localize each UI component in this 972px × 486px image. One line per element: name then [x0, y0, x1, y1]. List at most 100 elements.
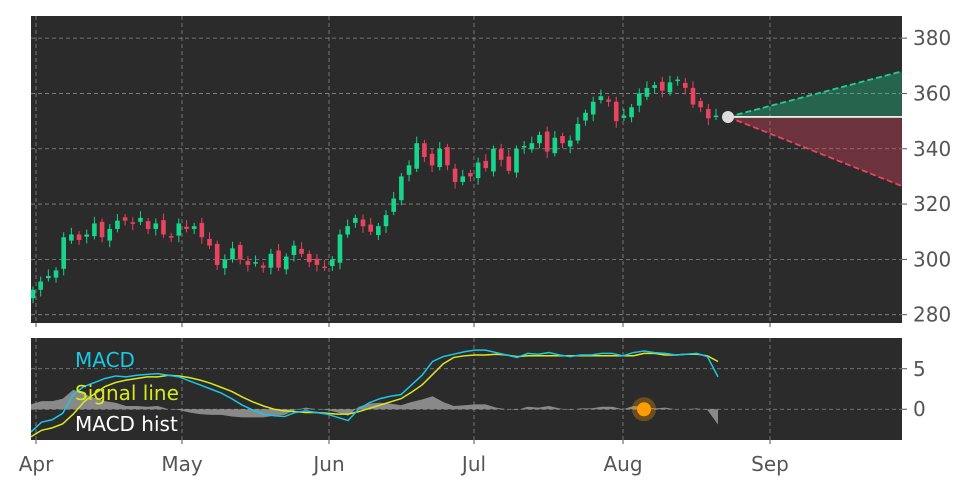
candle-body — [460, 176, 466, 182]
candle-body — [199, 222, 205, 238]
candle-body — [253, 262, 258, 264]
x-tick-label: Jul — [460, 452, 486, 476]
crossover-marker — [637, 402, 652, 417]
candle-body — [468, 173, 473, 177]
price-y-tick-label: 300 — [913, 247, 951, 271]
x-tick-label: Jun — [311, 452, 344, 476]
macd-y-tick-label: 0 — [913, 397, 926, 421]
candle-body — [422, 143, 427, 158]
candle-body — [383, 215, 389, 227]
candle-body — [475, 162, 481, 179]
candle-body — [268, 253, 274, 268]
candle-body — [99, 221, 105, 238]
candle-body — [69, 234, 74, 241]
candle-body — [61, 237, 66, 269]
candle-body — [437, 148, 443, 168]
candle-body — [107, 228, 113, 241]
stock-chart: 280 300 320 340 360 380 0 5 MACD Signal line M… — [0, 0, 972, 486]
macd-panel: 0 5 MACD Signal line MACD hist — [30, 338, 926, 440]
candle-body — [345, 226, 350, 235]
x-tick-label: May — [161, 452, 203, 476]
candle-body — [698, 101, 703, 108]
candle-body — [498, 148, 504, 160]
candle-body — [483, 160, 489, 169]
candle-body — [368, 224, 373, 232]
candle-body — [652, 85, 657, 88]
x-tick-label: Sep — [751, 452, 789, 476]
legend-macd-hist: MACD hist — [75, 412, 178, 436]
candle-body — [399, 176, 404, 201]
candle-body — [122, 217, 128, 221]
candle-body — [314, 258, 320, 265]
candle-body — [706, 108, 711, 119]
candle-body — [306, 253, 312, 263]
candle-body — [406, 165, 412, 175]
candle-body — [329, 259, 335, 267]
candle-body — [414, 143, 420, 169]
candle-body — [537, 134, 542, 144]
x-tick-label: Apr — [19, 452, 54, 476]
price-y-tick-label: 360 — [913, 81, 951, 105]
candle-body — [429, 153, 435, 166]
candle-body — [53, 270, 59, 278]
candle-body — [644, 87, 650, 97]
candle-body — [115, 220, 120, 229]
candle-body — [659, 81, 665, 91]
candle-body — [237, 245, 243, 260]
candle-body — [30, 289, 36, 299]
candle-body — [613, 101, 619, 122]
candle-body — [283, 256, 289, 270]
candle-body — [675, 79, 680, 82]
candle-body — [567, 140, 573, 147]
candle-body — [575, 123, 581, 141]
candle-body — [529, 143, 535, 150]
candle-body — [690, 87, 696, 105]
candle-body — [514, 148, 519, 173]
candle-body — [138, 217, 143, 222]
candle-body — [84, 234, 90, 237]
candle-body — [76, 234, 82, 241]
legend-macd: MACD — [75, 348, 135, 372]
candle-body — [583, 112, 588, 121]
candle-body — [376, 226, 381, 236]
price-y-tick-label: 280 — [913, 303, 951, 327]
candle-body — [590, 101, 596, 115]
candle-body — [683, 82, 688, 88]
x-tick-label: Aug — [603, 452, 642, 476]
price-panel: 280 300 320 340 360 380 — [30, 16, 951, 327]
candle-body — [214, 243, 220, 265]
candle-body — [260, 265, 266, 268]
candle-body — [606, 99, 611, 102]
legend-signal-line: Signal line — [75, 381, 179, 405]
candle-body — [92, 223, 97, 237]
candle-body — [276, 250, 281, 268]
candle-body — [667, 82, 673, 93]
candle-body — [337, 234, 343, 263]
candle-body — [360, 219, 366, 227]
candle-body — [621, 115, 627, 118]
candle-body — [521, 145, 527, 148]
candle-body — [598, 96, 604, 101]
candle-body — [230, 248, 235, 260]
candle-body — [560, 136, 565, 144]
candle-body — [130, 222, 136, 224]
price-y-tick-label: 320 — [913, 192, 951, 216]
candle-body — [207, 238, 212, 246]
price-y-tick-label: 380 — [913, 26, 951, 50]
candle-body — [299, 248, 304, 254]
candle-body — [176, 223, 182, 236]
candle-body — [184, 226, 189, 229]
candle-body — [161, 220, 166, 235]
macd-y-tick-label: 5 — [913, 357, 926, 381]
candle-body — [191, 226, 197, 229]
candle-body — [245, 261, 251, 265]
candle-body — [38, 281, 43, 290]
candle-body — [544, 131, 550, 152]
candle-body — [222, 259, 228, 269]
candle-body — [391, 198, 396, 212]
candle-body — [491, 148, 496, 172]
price-panel-background — [31, 16, 902, 323]
candle-body — [552, 137, 558, 154]
candle-body — [452, 168, 458, 182]
candle-body — [353, 217, 358, 223]
